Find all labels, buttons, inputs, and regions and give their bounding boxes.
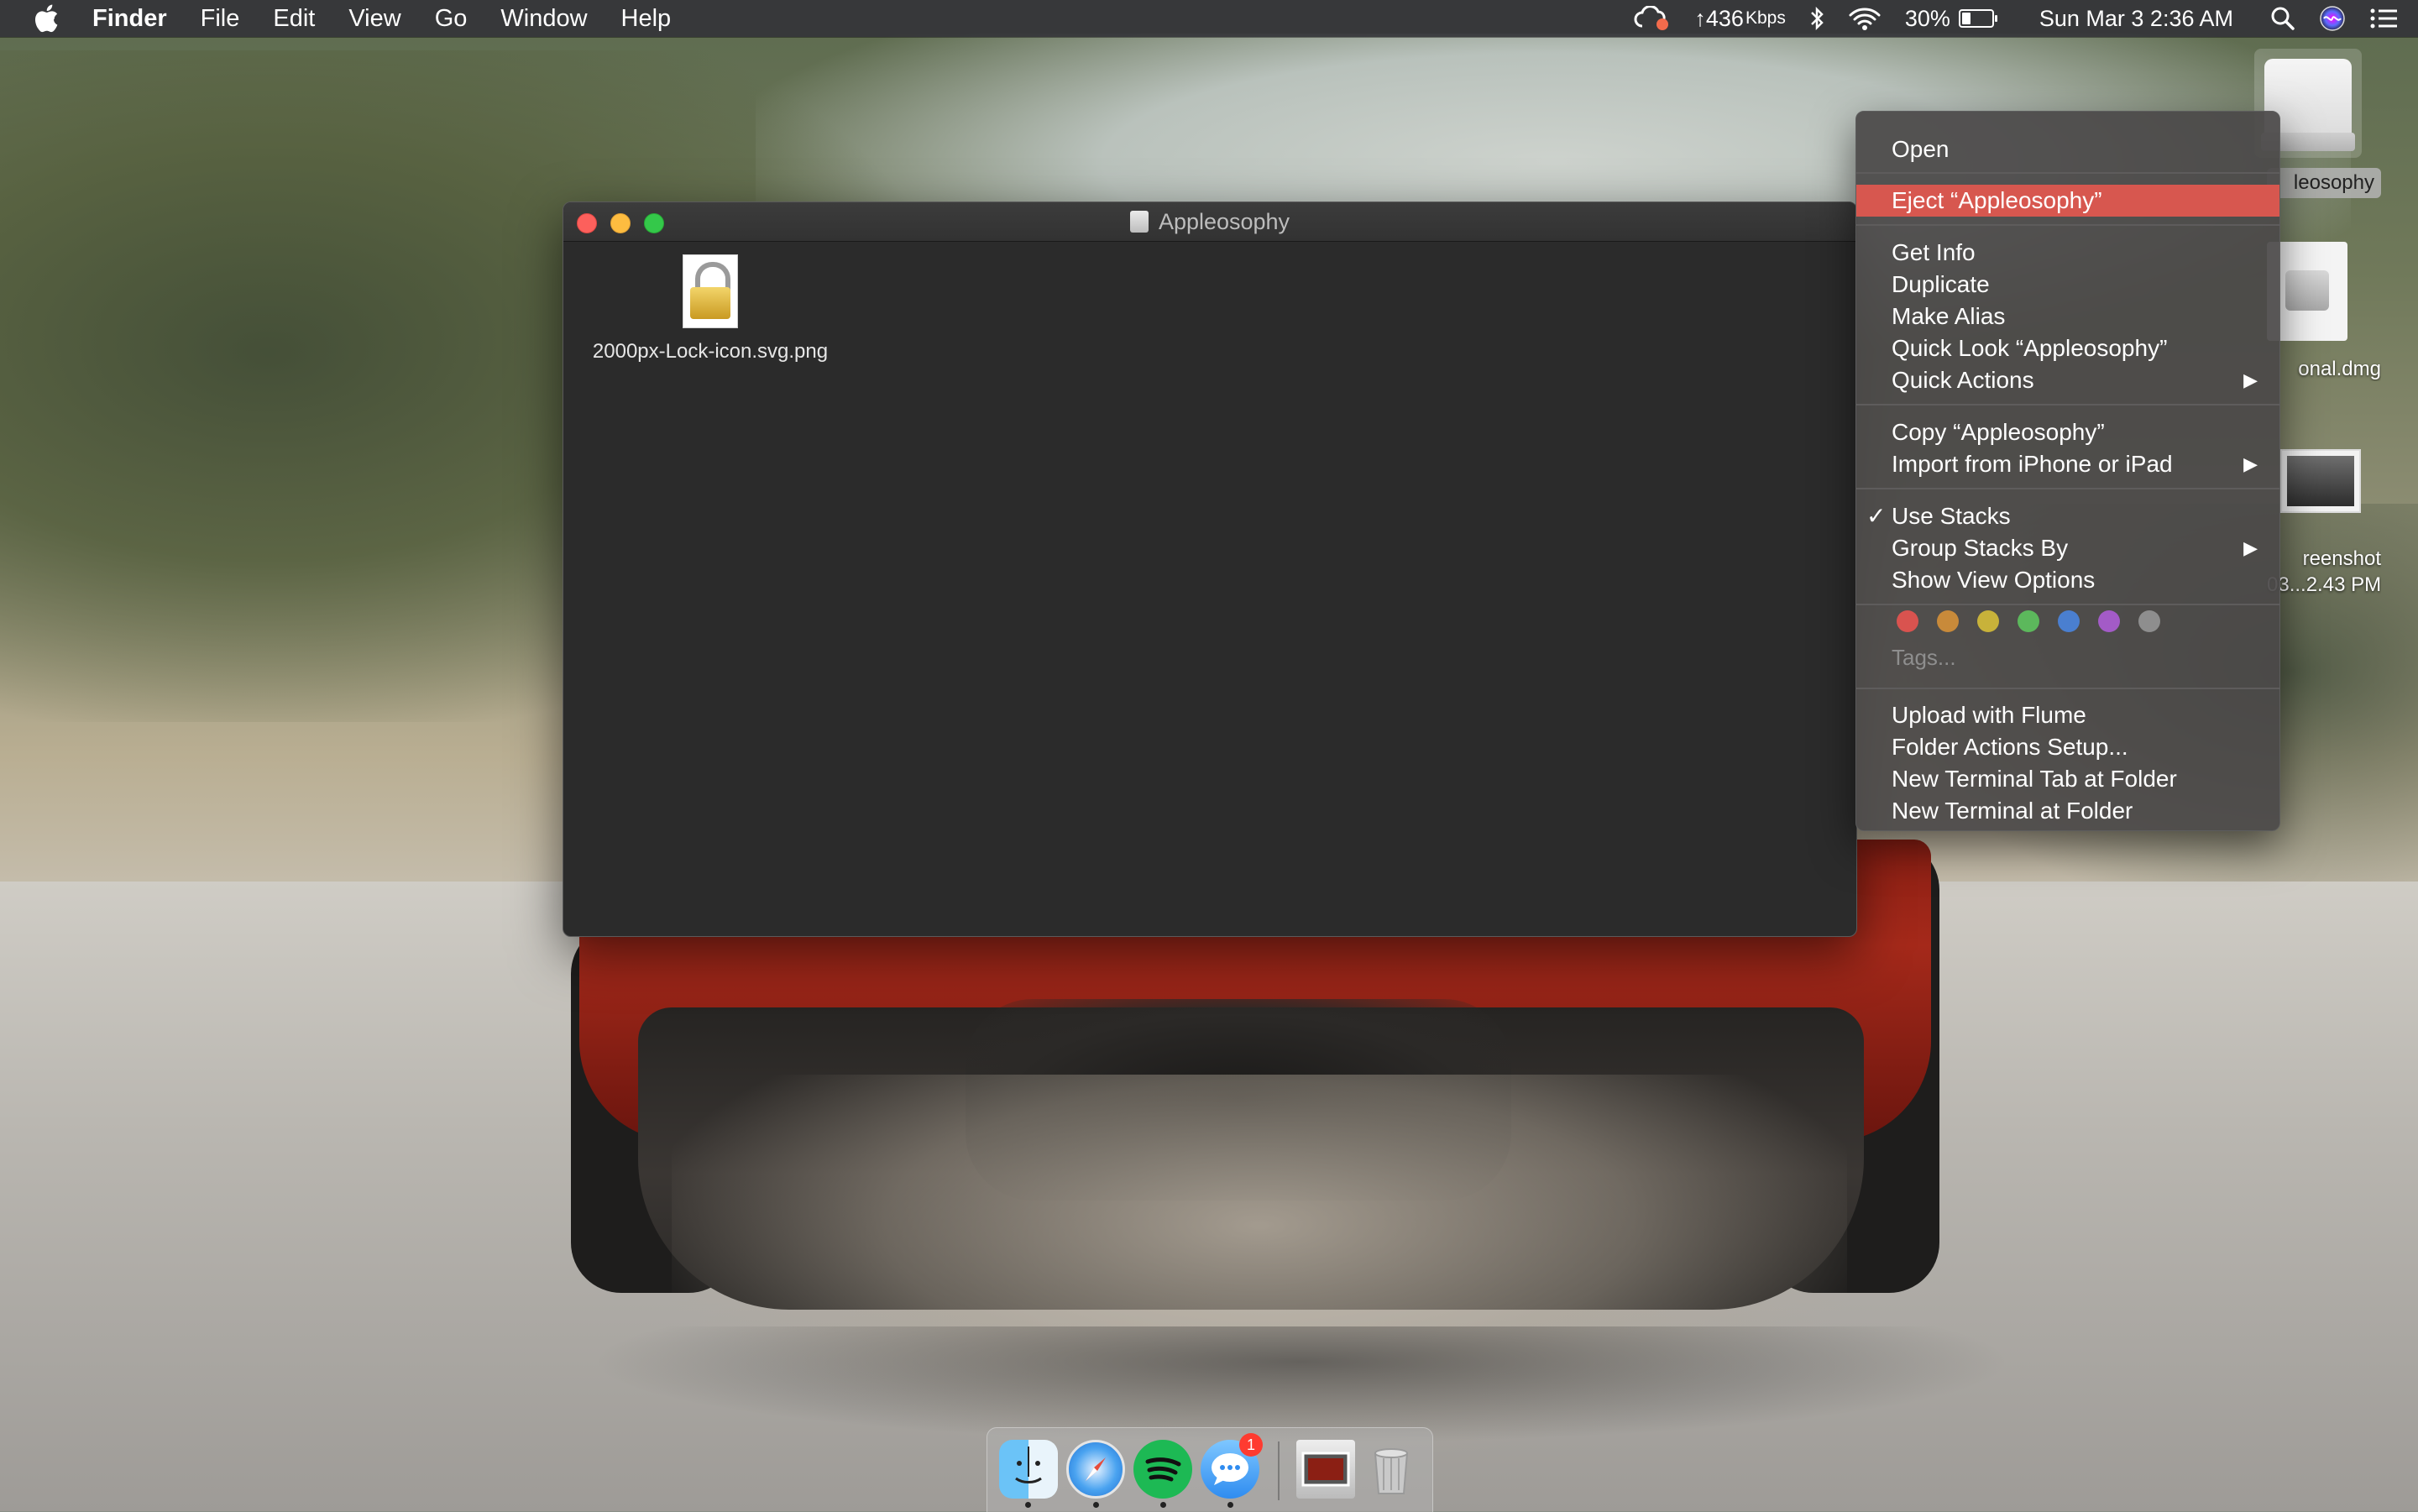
lock-icon [683, 254, 738, 328]
menu-item-make-alias[interactable]: Make Alias [1856, 301, 2279, 332]
menu-item-new-terminal-tab[interactable]: New Terminal Tab at Folder [1856, 763, 2279, 795]
menu-clock[interactable]: Sun Mar 3 2:36 AM [2006, 0, 2258, 37]
spotify-icon[interactable] [1133, 1440, 1192, 1499]
menu-item-upload-flume[interactable]: Upload with Flume [1856, 699, 2279, 731]
menu-item-quick-actions-label: Quick Actions [1892, 367, 2034, 393]
notification-center-icon[interactable] [2358, 0, 2418, 37]
menu-item-eject[interactable]: Eject “Appleosophy” [1856, 185, 2279, 217]
creative-cloud-icon[interactable] [1622, 0, 1683, 37]
tag-green-dot[interactable] [2018, 610, 2039, 632]
finder-titlebar[interactable]: Appleosophy [563, 202, 1856, 242]
dmg-disk [2285, 270, 2329, 311]
menu-go[interactable]: Go [418, 0, 484, 37]
menu-item-open[interactable]: Open [1856, 133, 2279, 165]
screenshot-thumbnail [2287, 456, 2354, 506]
screenshot-file-icon[interactable] [2280, 449, 2361, 513]
tag-gray-dot[interactable] [2138, 610, 2160, 632]
menu-item-get-info[interactable]: Get Info [1856, 237, 2279, 269]
tag-orange-dot[interactable] [1937, 610, 1959, 632]
finder-icon[interactable] [999, 1440, 1058, 1499]
battery-level-fill [1961, 13, 1971, 24]
screenshot-label-line2: 03...2.43 PM [2267, 573, 2381, 596]
window-close-button[interactable] [577, 213, 597, 233]
menu-separator [1856, 604, 2279, 605]
menu-item-copy[interactable]: Copy “Appleosophy” [1856, 416, 2279, 448]
menu-item-group-stacks-by[interactable]: Group Stacks By ▶ [1856, 532, 2279, 564]
lock-body [690, 287, 730, 319]
messages-running-indicator [1227, 1502, 1233, 1508]
submenu-arrow-icon: ▶ [2243, 537, 2258, 558]
menu-finder[interactable]: Finder [92, 0, 184, 37]
checkmark-icon: ✓ [1866, 503, 1887, 529]
menu-bar: Finder File Edit View Go Window Help ↑43… [0, 0, 2418, 37]
tag-purple-dot[interactable] [2098, 610, 2120, 632]
window-title: Appleosophy [1158, 208, 1290, 234]
battery-percent: 30% [1904, 5, 1950, 31]
menu-item-duplicate[interactable]: Duplicate [1856, 269, 2279, 301]
submenu-arrow-icon: ▶ [2243, 369, 2258, 390]
wifi-icon[interactable] [1836, 0, 1893, 37]
network-speed-indicator[interactable]: ↑436 Kbps [1683, 0, 1797, 37]
battery-status[interactable]: 30% [1893, 0, 2006, 37]
menu-item-new-terminal[interactable]: New Terminal at Folder [1856, 795, 2279, 827]
bluetooth-icon[interactable] [1798, 0, 1836, 37]
window-zoom-button[interactable] [644, 213, 664, 233]
menu-separator [1856, 404, 2279, 405]
menu-item-folder-actions[interactable]: Folder Actions Setup... [1856, 731, 2279, 763]
spotlight-search-icon[interactable] [2258, 0, 2307, 37]
spotify-running-indicator [1160, 1502, 1166, 1508]
window-minimize-button[interactable] [610, 213, 631, 233]
dmg-file-label[interactable]: onal.dmg [2267, 358, 2381, 381]
menu-file[interactable]: File [184, 0, 257, 37]
network-speed-unit: Kbps [1745, 8, 1786, 28]
finder-window: Appleosophy 2000px-Lock-icon.svg.png [563, 201, 1857, 937]
dock-separator [1278, 1441, 1280, 1500]
screenshot-file-label[interactable]: reenshot 03...2.43 PM [2267, 546, 2381, 598]
file-item[interactable]: 2000px-Lock-icon.svg.png [580, 254, 840, 364]
safari-icon[interactable] [1066, 1440, 1125, 1499]
menu-window[interactable]: Window [484, 0, 604, 37]
safari-running-indicator [1093, 1502, 1099, 1508]
menu-separator [1856, 172, 2279, 174]
battery-icon [1958, 9, 1997, 28]
drive-label[interactable]: leosophy [2267, 168, 2381, 198]
menu-view[interactable]: View [332, 0, 417, 37]
dock: 1 [987, 1427, 1433, 1512]
menu-edit[interactable]: Edit [256, 0, 332, 37]
file-name: 2000px-Lock-icon.svg.png [592, 340, 829, 363]
photos-stack-icon[interactable] [1296, 1440, 1355, 1499]
submenu-arrow-icon: ▶ [2243, 453, 2258, 474]
finder-running-indicator [1025, 1502, 1031, 1508]
menu-separator [1856, 488, 2279, 489]
wallpaper-car-shadow [588, 1326, 2015, 1444]
network-speed-value: ↑436 [1694, 5, 1744, 31]
screenshot-label-line1: reenshot [2302, 547, 2381, 570]
siri-icon[interactable] [2307, 0, 2358, 37]
menu-item-import-iphone-label: Import from iPhone or iPad [1892, 451, 2173, 477]
menu-item-tags[interactable]: Tags... [1892, 645, 1956, 671]
messages-badge: 1 [1239, 1433, 1263, 1457]
menu-separator [1856, 688, 2279, 689]
menu-item-import-iphone[interactable]: Import from iPhone or iPad ▶ [1856, 448, 2279, 480]
menu-item-quick-look[interactable]: Quick Look “Appleosophy” [1856, 332, 2279, 364]
menu-item-use-stacks-label: Use Stacks [1892, 503, 2011, 529]
menu-item-quick-actions[interactable]: Quick Actions ▶ [1856, 364, 2279, 396]
trash-icon[interactable] [1362, 1440, 1421, 1499]
tag-yellow-dot[interactable] [1977, 610, 1999, 632]
menu-item-use-stacks[interactable]: ✓ Use Stacks [1856, 500, 2279, 532]
drive-title-icon [1129, 211, 1149, 233]
tag-blue-dot[interactable] [2058, 610, 2080, 632]
menu-help[interactable]: Help [604, 0, 688, 37]
menu-separator [1856, 224, 2279, 226]
context-menu: Open Eject “Appleosophy” Get Info Duplic… [1855, 111, 2280, 831]
menu-item-show-view-options[interactable]: Show View Options [1856, 564, 2279, 596]
apple-menu-icon[interactable] [0, 4, 92, 33]
tag-red-dot[interactable] [1897, 610, 1918, 632]
menu-item-group-stacks-label: Group Stacks By [1892, 535, 2069, 561]
